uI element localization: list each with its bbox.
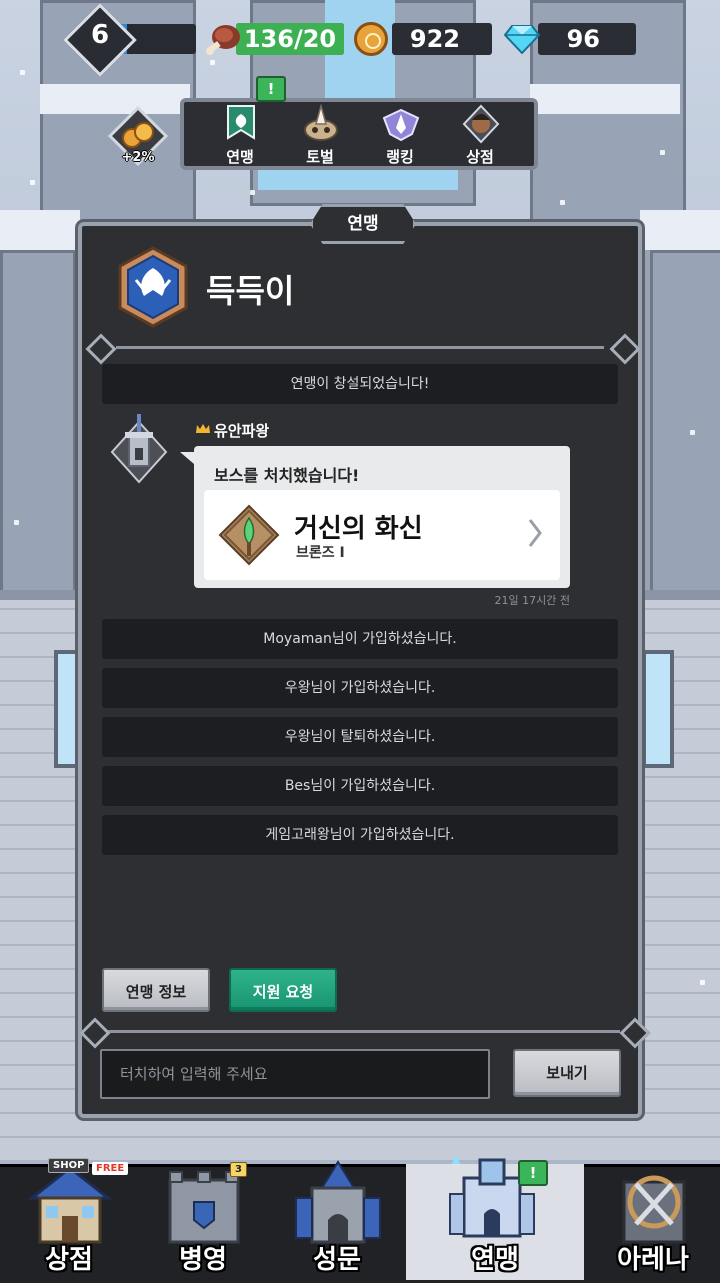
gold-value: 922 xyxy=(409,25,460,53)
shop-tag: SHOP xyxy=(48,1158,90,1173)
header-divider xyxy=(116,346,604,349)
castle-gate-icon xyxy=(295,1160,381,1244)
nav-barracks[interactable]: 3 병영 xyxy=(136,1150,270,1280)
nav-gate-label: 성문 xyxy=(313,1245,361,1275)
nav-gate[interactable]: 성문 xyxy=(270,1150,404,1280)
alliance-alert-badge: ! xyxy=(256,76,286,102)
alliance-emblem-icon[interactable] xyxy=(118,246,188,328)
watchtower-icon xyxy=(110,414,168,484)
boss-kill-title: 보스를 처치했습니다! xyxy=(214,466,360,485)
merchant-icon xyxy=(462,104,500,144)
nav-barracks-label: 병영 xyxy=(179,1245,227,1275)
gem-counter[interactable]: 96 xyxy=(538,23,636,55)
alliance-name: 득득이 xyxy=(206,272,295,310)
diamond-gem-icon xyxy=(504,25,540,54)
boss-tier: 브론즈 I xyxy=(296,545,345,561)
nav-alliance[interactable]: ! 연맹 xyxy=(406,1154,584,1280)
top-menu-alliance[interactable]: 연맹 xyxy=(200,104,280,168)
feed-message: Moyaman님이 가입하셨습니다. xyxy=(102,619,618,659)
nav-arena-label: 아레나 xyxy=(617,1245,689,1275)
support-request-button[interactable]: 지원 요청 xyxy=(229,968,337,1012)
feed-message: 우왕님이 가입하셨습니다. xyxy=(102,668,618,708)
boss-kill-message: 보스를 처치했습니다! 거신의 화신 브론즈 I xyxy=(180,446,570,588)
feed-message: Bes님이 가입하셨습니다. xyxy=(102,766,618,806)
stamina-value: 136/20 xyxy=(243,25,337,53)
nav-shop-label: 상점 xyxy=(45,1245,93,1275)
nav-arena[interactable]: 아레나 xyxy=(586,1150,720,1280)
message-author: 유안파왕 xyxy=(214,422,270,440)
gold-counter[interactable]: 922 xyxy=(392,23,492,55)
boost-percent: +2% xyxy=(121,150,155,165)
status-bar: 6 136/20 922 96 xyxy=(0,0,720,80)
message-timestamp: 21일 17시간 전 xyxy=(494,594,570,607)
raid-skull-icon xyxy=(304,104,338,141)
gem-value: 96 xyxy=(566,25,600,53)
ranking-wings-icon xyxy=(382,108,420,142)
alliance-banner-icon xyxy=(227,105,255,140)
top-menu-shop[interactable]: 상점 xyxy=(440,104,520,168)
top-menu: 연맹 토벌 랭킹 상점 xyxy=(180,98,538,170)
system-message: 연맹이 창설되었습니다! xyxy=(102,364,618,404)
nav-alliance-alert-badge: ! xyxy=(518,1160,548,1186)
chevron-right-icon xyxy=(528,519,542,547)
boss-emblem-icon xyxy=(218,504,280,566)
meat-icon xyxy=(206,25,240,55)
panel-title: 연맹 xyxy=(310,204,416,244)
boss-card[interactable]: 거신의 화신 브론즈 I xyxy=(204,490,560,580)
arena-swords-icon xyxy=(622,1175,686,1244)
crown-icon xyxy=(196,424,210,433)
feed-message: 게임고래왕님이 가입하셨습니다. xyxy=(102,815,618,855)
feed-message: 우왕님이 탈퇴하셨습니다. xyxy=(102,717,618,757)
footer-divider xyxy=(100,1030,620,1033)
alliance-info-button[interactable]: 연맹 정보 xyxy=(102,968,210,1012)
free-tag: FREE xyxy=(92,1162,129,1175)
top-menu-ranking[interactable]: 랭킹 xyxy=(360,104,440,168)
stamina-counter[interactable]: 136/20 xyxy=(236,23,344,55)
gold-coin-icon xyxy=(354,22,388,56)
top-menu-alliance-label: 연맹 xyxy=(226,148,254,166)
chat-input[interactable]: 터치하여 입력해 주세요 xyxy=(100,1049,490,1099)
bottom-nav: SHOP FREE 상점 3 병영 성문 ! 연맹 아레나 xyxy=(0,1150,720,1283)
send-button[interactable]: 보내기 xyxy=(513,1049,621,1097)
top-menu-raid-label: 토벌 xyxy=(306,148,334,166)
top-menu-raid[interactable]: 토벌 xyxy=(280,104,360,168)
nav-alliance-label: 연맹 xyxy=(471,1245,519,1275)
barracks-badge: 3 xyxy=(230,1162,247,1177)
nav-shop[interactable]: SHOP FREE 상점 xyxy=(2,1150,136,1280)
top-menu-shop-label: 상점 xyxy=(466,148,494,166)
top-menu-ranking-label: 랭킹 xyxy=(386,148,414,166)
boss-name: 거신의 화신 xyxy=(294,514,423,544)
level-number: 6 xyxy=(90,20,110,50)
